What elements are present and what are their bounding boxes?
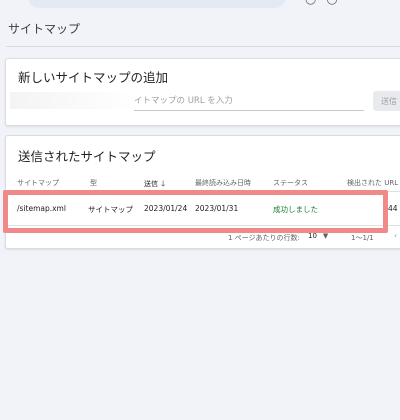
column-header-type[interactable]: 型 xyxy=(90,178,97,188)
cell-submitted: 2023/01/24 xyxy=(144,204,188,213)
column-header-sitemap[interactable]: サイトマップ xyxy=(17,178,59,188)
add-sitemap-title: 新しいサイトマップの追加 xyxy=(18,70,169,85)
rows-per-page-value: 10 xyxy=(308,232,317,240)
column-header-urls-found[interactable]: 検出された URL xyxy=(347,178,398,188)
apps-icon[interactable]: ⋯ xyxy=(348,0,371,7)
page-title: サイトマップ xyxy=(8,22,81,36)
column-header-submitted-label: 送信 xyxy=(144,180,158,188)
site-url-prefix xyxy=(10,92,134,109)
account-icon[interactable]: ◡ xyxy=(326,0,347,7)
help-icon[interactable]: ◔ xyxy=(305,0,326,7)
arrow-down-icon: 🡓 xyxy=(161,179,166,188)
column-header-status[interactable]: ステータス xyxy=(273,178,308,188)
cell-last-read: 2023/01/31 xyxy=(195,204,239,213)
cell-status: 成功しました xyxy=(273,205,318,214)
chevron-left-icon[interactable]: ‹ xyxy=(394,231,397,240)
rows-per-page-select[interactable]: 10 ▼ xyxy=(308,232,328,240)
sitemap-url-input[interactable] xyxy=(134,92,364,111)
add-sitemap-card: 新しいサイトマップの追加 送信 xyxy=(5,58,400,126)
cell-sitemap: /sitemap.xml xyxy=(17,204,66,213)
search-console-sitemaps-page: ◔◡⋯ サイトマップ 新しいサイトマップの追加 送信 送信されたサイトマップ サ… xyxy=(0,0,400,420)
table-row[interactable]: /sitemap.xml サイトマップ 2023/01/24 2023/01/3… xyxy=(6,192,400,224)
pagination-range: 1〜1/1 xyxy=(351,234,374,242)
cell-urls-found: 44 xyxy=(388,204,398,213)
top-search-bar[interactable] xyxy=(28,0,286,8)
caret-down-icon: ▼ xyxy=(322,232,329,240)
submitted-sitemaps-title: 送信されたサイトマップ xyxy=(18,149,156,164)
rows-per-page-label: 1 ページあたりの行数: xyxy=(228,234,300,242)
submit-sitemap-button[interactable]: 送信 xyxy=(373,91,400,111)
column-header-last-read[interactable]: 最終読み込み日時 xyxy=(195,178,251,188)
submitted-sitemaps-card: 送信されたサイトマップ サイトマップ 型 送信 🡓 最終読み込み日時 ステータス … xyxy=(5,135,400,249)
top-toolbar-icons: ◔◡⋯ xyxy=(305,0,371,7)
table-row-divider xyxy=(6,225,400,226)
column-header-submitted[interactable]: 送信 🡓 xyxy=(144,178,165,192)
top-bar: ◔◡⋯ xyxy=(0,0,400,10)
title-divider xyxy=(6,46,400,47)
cell-type: サイトマップ xyxy=(88,205,133,214)
